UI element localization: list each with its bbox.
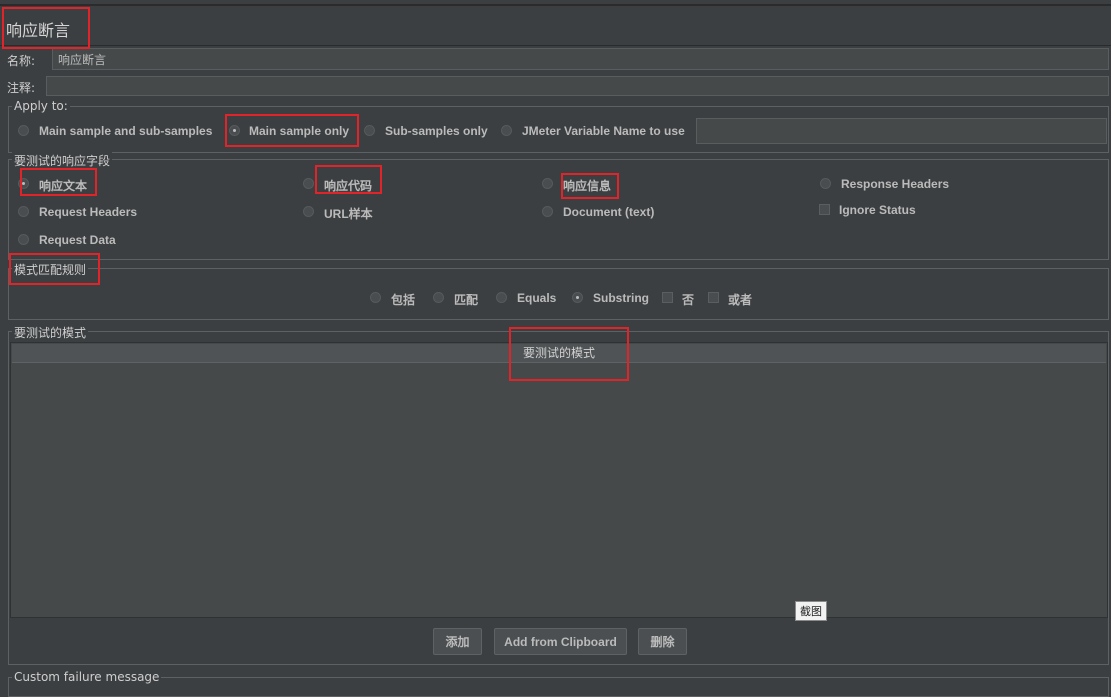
match-contains-radio[interactable] — [370, 292, 381, 303]
field-response-headers-radio[interactable] — [820, 178, 831, 189]
match-not-label[interactable]: 否 — [682, 291, 694, 308]
field-url-sample-radio[interactable] — [303, 206, 314, 217]
patterns-table[interactable]: 要测试的模式 — [10, 342, 1108, 618]
apply-jmeter-var-radio[interactable] — [501, 125, 512, 136]
name-input[interactable] — [52, 48, 1109, 70]
patterns-table-header[interactable]: 要测试的模式 — [12, 344, 1106, 363]
field-response-message-radio[interactable] — [542, 178, 553, 189]
custom-failure-group — [8, 677, 1109, 697]
field-document-text-radio[interactable] — [542, 206, 553, 217]
field-to-test-group — [8, 159, 1109, 260]
field-request-headers-radio[interactable] — [18, 206, 29, 217]
match-equals-radio[interactable] — [496, 292, 507, 303]
top-border — [0, 4, 1111, 6]
add-from-clipboard-button[interactable]: Add from Clipboard — [494, 628, 627, 655]
field-request-data-radio[interactable] — [18, 234, 29, 245]
field-request-data-label[interactable]: Request Data — [39, 233, 116, 247]
comment-input[interactable] — [46, 76, 1109, 96]
apply-main-only-radio[interactable] — [229, 125, 240, 136]
match-or-label[interactable]: 或者 — [728, 291, 752, 308]
match-substring-label[interactable]: Substring — [593, 291, 649, 305]
field-url-sample-label[interactable]: URL样本 — [324, 205, 373, 222]
patterns-legend: 要测试的模式 — [12, 324, 89, 341]
name-label: 名称: — [7, 54, 36, 68]
field-response-code-label[interactable]: 响应代码 — [324, 177, 372, 194]
field-request-headers-label[interactable]: Request Headers — [39, 205, 137, 219]
apply-sub-only-radio[interactable] — [364, 125, 375, 136]
apply-jmeter-var-label[interactable]: JMeter Variable Name to use — [522, 124, 685, 138]
jmeter-variable-input[interactable] — [696, 118, 1107, 144]
match-not-checkbox[interactable] — [662, 292, 673, 303]
match-or-checkbox[interactable] — [708, 292, 719, 303]
apply-main-only-label[interactable]: Main sample only — [249, 124, 349, 138]
panel-title: 响应断言 — [6, 21, 71, 40]
delete-button[interactable]: 删除 — [638, 628, 687, 655]
match-matches-label[interactable]: 匹配 — [454, 291, 478, 308]
field-response-code-radio[interactable] — [303, 178, 314, 189]
ignore-status-checkbox[interactable] — [819, 204, 830, 215]
field-to-test-legend: 要测试的响应字段 — [12, 152, 113, 169]
screenshot-tooltip: 截图 — [795, 601, 827, 621]
match-substring-radio[interactable] — [572, 292, 583, 303]
pattern-matching-legend: 模式匹配规则 — [12, 261, 89, 278]
custom-failure-legend: Custom failure message — [12, 670, 162, 684]
ignore-status-label[interactable]: Ignore Status — [839, 203, 916, 217]
comment-label: 注释: — [7, 81, 36, 95]
match-matches-radio[interactable] — [433, 292, 444, 303]
field-response-headers-label[interactable]: Response Headers — [841, 177, 949, 191]
add-button[interactable]: 添加 — [433, 628, 482, 655]
match-equals-label[interactable]: Equals — [517, 291, 556, 305]
field-response-text-label[interactable]: 响应文本 — [39, 177, 87, 194]
field-document-text-label[interactable]: Document (text) — [563, 205, 654, 219]
pattern-matching-group — [8, 268, 1109, 320]
apply-sub-only-label[interactable]: Sub-samples only — [385, 124, 488, 138]
field-response-text-radio[interactable] — [18, 178, 29, 189]
apply-main-and-sub-radio[interactable] — [18, 125, 29, 136]
title-divider — [0, 45, 1111, 46]
field-response-message-label[interactable]: 响应信息 — [563, 177, 611, 194]
apply-to-legend: Apply to: — [12, 99, 70, 113]
match-contains-label[interactable]: 包括 — [391, 291, 415, 308]
apply-main-and-sub-label[interactable]: Main sample and sub-samples — [39, 124, 212, 138]
